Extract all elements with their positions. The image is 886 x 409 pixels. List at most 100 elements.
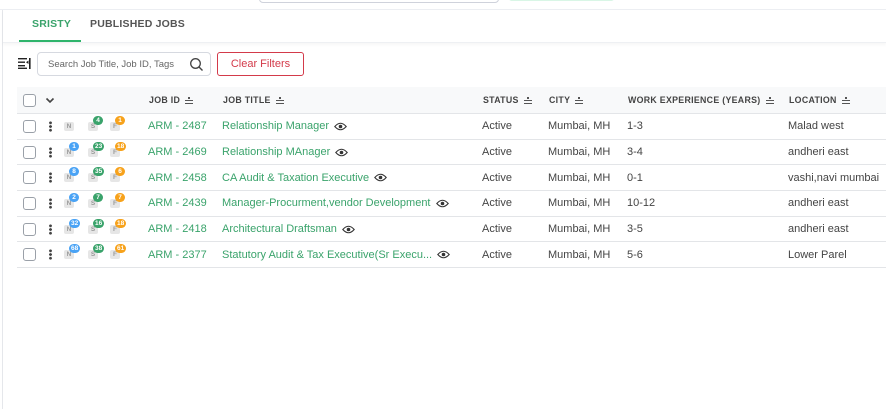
- s-badge[interactable]: S 35: [88, 167, 105, 183]
- s-count: 35: [93, 167, 105, 177]
- location-text: andheri east: [788, 223, 849, 236]
- job-id-link[interactable]: ARM - 2377: [148, 242, 207, 267]
- table-row[interactable]: N 32 S 16 F 18 ARM - 2418 Architectural Dra…: [17, 217, 886, 243]
- row-checkbox[interactable]: [23, 222, 36, 236]
- row-checkbox[interactable]: [23, 248, 36, 262]
- eye-icon[interactable]: [335, 148, 349, 157]
- more-options-icon[interactable]: [49, 146, 52, 158]
- job-id-link[interactable]: ARM - 2458: [148, 165, 207, 190]
- select-all-checkbox[interactable]: [23, 93, 36, 107]
- active-tab-indicator: [19, 40, 81, 42]
- tab-sristy[interactable]: SRISTY: [32, 18, 71, 30]
- column-location[interactable]: LOCATION: [789, 87, 850, 113]
- table-header: JOB ID JOB TITLE STATUS CITY WORK EXPERI…: [17, 87, 886, 114]
- job-id-link[interactable]: ARM - 2469: [148, 140, 207, 165]
- status-text: Active: [482, 248, 512, 261]
- n-badge[interactable]: N 32: [64, 218, 81, 234]
- location-text: Malad west: [788, 120, 844, 133]
- status-text: Active: [482, 223, 512, 236]
- experience-text: 0-1: [627, 171, 643, 184]
- divider: [2, 10, 3, 409]
- n-badge[interactable]: N: [64, 121, 74, 131]
- eye-icon[interactable]: [437, 250, 451, 259]
- sort-icon[interactable]: [276, 96, 284, 104]
- search-icon[interactable]: [189, 57, 204, 72]
- job-title-link[interactable]: Manager-Procurment,vendor Development: [222, 197, 431, 209]
- n-badge[interactable]: N 68: [64, 244, 81, 260]
- f-badge[interactable]: F1: [110, 115, 125, 131]
- more-options-icon[interactable]: [49, 172, 52, 184]
- job-title-link[interactable]: Architectural Draftsman: [222, 223, 337, 235]
- job-id-link[interactable]: ARM - 2439: [148, 191, 207, 216]
- top-input[interactable]: [259, 0, 499, 3]
- status-text: Active: [482, 171, 512, 184]
- eye-icon[interactable]: [374, 173, 388, 182]
- job-title-link[interactable]: Relationship MAnager: [222, 146, 330, 158]
- f-badge[interactable]: F 18: [110, 141, 127, 157]
- job-title-link[interactable]: Statutory Audit & Tax Executive(Sr Execu…: [222, 249, 432, 261]
- sort-icon[interactable]: [766, 96, 774, 104]
- table-row[interactable]: N S4 F1 ARM - 2487 Relationship Manager …: [17, 114, 886, 140]
- table-row[interactable]: N 68 S 38 F 61 ARM - 2377 Statutory Audit &…: [17, 242, 886, 269]
- s-badge[interactable]: S4: [88, 115, 103, 131]
- sort-icon[interactable]: [185, 96, 193, 104]
- column-job-title[interactable]: JOB TITLE: [223, 87, 284, 113]
- f-badge[interactable]: F 61: [110, 244, 127, 260]
- sort-icon[interactable]: [575, 96, 583, 104]
- s-badge[interactable]: S7: [88, 192, 103, 208]
- more-options-icon[interactable]: [49, 249, 52, 261]
- sort-icon[interactable]: [842, 96, 850, 104]
- n-count: 68: [69, 244, 81, 254]
- job-title-link[interactable]: Relationship Manager: [222, 120, 329, 132]
- job-id-link[interactable]: ARM - 2418: [148, 217, 207, 242]
- s-badge[interactable]: S 23: [88, 141, 105, 157]
- table-row[interactable]: N8 S 35 F6 ARM - 2458 CA Audit & Taxation…: [17, 165, 886, 192]
- row-checkbox[interactable]: [23, 119, 36, 133]
- f-badge[interactable]: F 18: [110, 218, 127, 234]
- f-count: 6: [115, 167, 125, 177]
- search-input[interactable]: Search Job Title, Job ID, Tags: [37, 52, 211, 76]
- row-checkbox[interactable]: [23, 145, 36, 159]
- column-status[interactable]: STATUS: [483, 87, 532, 113]
- s-badge[interactable]: S 38: [88, 244, 105, 260]
- f-badge[interactable]: F7: [110, 192, 125, 208]
- table-row[interactable]: N1 S 23 F 18 ARM - 2469 Relationship MAnag…: [17, 140, 886, 166]
- top-button[interactable]: [509, 0, 614, 1]
- f-count: 7: [115, 192, 125, 202]
- row-checkbox[interactable]: [23, 171, 36, 185]
- city-text: Mumbai, MH: [548, 248, 611, 261]
- more-options-icon[interactable]: [49, 197, 52, 209]
- n-badge[interactable]: N2: [64, 192, 79, 208]
- job-id-link[interactable]: ARM - 2487: [148, 114, 207, 139]
- eye-icon[interactable]: [334, 122, 347, 131]
- eye-icon[interactable]: [435, 199, 449, 208]
- sort-icon[interactable]: [524, 96, 532, 104]
- tab-published-jobs[interactable]: PUBLISHED JOBS: [90, 18, 185, 30]
- column-label: CITY: [549, 95, 571, 105]
- n-count: 8: [69, 167, 79, 177]
- city-text: Mumbai, MH: [548, 171, 611, 184]
- search-placeholder: Search Job Title, Job ID, Tags: [48, 59, 175, 70]
- status-text: Active: [482, 197, 512, 210]
- f-badge[interactable]: F6: [110, 167, 125, 183]
- status-text: Active: [482, 120, 512, 133]
- f-count: 18: [115, 218, 127, 228]
- n-badge[interactable]: N8: [64, 167, 79, 183]
- table-row[interactable]: N2 S7 F7 ARM - 2439 Manager-Procurment,v…: [17, 191, 886, 217]
- s-badge[interactable]: S 16: [88, 218, 105, 234]
- chevron-down-icon[interactable]: [45, 97, 55, 104]
- column-work-experience[interactable]: WORK EXPERIENCE (YEARS): [628, 87, 774, 113]
- location-text: Lower Parel: [788, 248, 847, 261]
- tab-bar: SRISTY PUBLISHED JOBS: [3, 10, 886, 43]
- more-options-icon[interactable]: [49, 120, 52, 132]
- job-title-link[interactable]: CA Audit & Taxation Executive: [222, 172, 369, 184]
- filter-panel-icon[interactable]: [18, 57, 31, 69]
- n-badge[interactable]: N1: [64, 141, 79, 157]
- s-count: 7: [93, 192, 103, 202]
- more-options-icon[interactable]: [49, 223, 52, 235]
- row-checkbox[interactable]: [23, 196, 36, 210]
- column-city[interactable]: CITY: [549, 87, 583, 113]
- eye-icon[interactable]: [342, 225, 355, 234]
- column-job-id[interactable]: JOB ID: [149, 87, 193, 113]
- clear-filters-button[interactable]: Clear Filters: [217, 52, 304, 76]
